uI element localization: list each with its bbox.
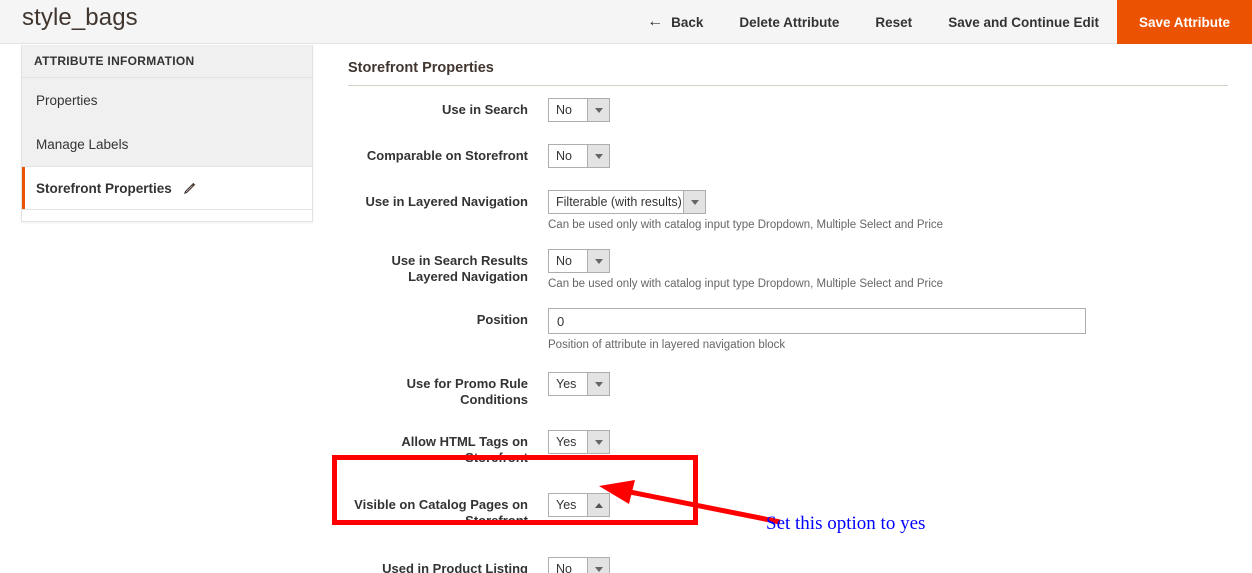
select-value: Yes <box>549 494 587 516</box>
field-row-use-in-search: Use in Search No <box>348 98 1228 122</box>
field-note: Can be used only with catalog input type… <box>548 219 944 231</box>
page-title: style_bags <box>22 4 138 31</box>
save-and-continue-edit-button[interactable]: Save and Continue Edit <box>930 0 1117 44</box>
delete-attribute-button[interactable]: Delete Attribute <box>721 0 857 44</box>
use-in-search-results-layered-navigation-select[interactable]: No <box>548 249 610 273</box>
chevron-down-icon[interactable] <box>587 373 609 395</box>
annotation-text: Set this option to yes <box>766 513 926 534</box>
field-control: No <box>548 98 610 122</box>
field-label: Position <box>476 312 528 327</box>
back-button-label: Back <box>671 14 704 30</box>
field-label: Use in Layered Navigation <box>365 194 528 209</box>
field-control: No <box>548 144 610 168</box>
comparable-on-storefront-select[interactable]: No <box>548 144 610 168</box>
page-header-bar: style_bags ← Back Delete Attribute Reset… <box>0 0 1252 44</box>
reset-label: Reset <box>875 14 913 30</box>
select-value: No <box>549 250 587 272</box>
select-value: No <box>549 99 587 121</box>
arrow-left-icon: ← <box>647 13 664 30</box>
field-row-use-in-search-results-layered-navigation: Use in Search Results Layered Navigation… <box>348 249 1228 290</box>
use-for-promo-rule-conditions-select[interactable]: Yes <box>548 372 610 396</box>
pencil-icon <box>182 182 196 196</box>
field-label: Comparable on Storefront <box>366 148 528 163</box>
select-value: Yes <box>549 431 587 453</box>
field-row-allow-html-tags-on-storefront: Allow HTML Tags on Storefront Yes <box>348 430 1228 466</box>
field-row-use-for-promo-rule-conditions: Use for Promo Rule Conditions Yes <box>348 372 1228 408</box>
chevron-down-icon[interactable] <box>683 191 705 213</box>
save-attribute-label: Save Attribute <box>1138 14 1230 30</box>
field-control: No Can be used only with catalog input t… <box>548 249 943 290</box>
field-control: Position of attribute in layered navigat… <box>548 308 1086 351</box>
chevron-up-icon[interactable] <box>587 494 609 516</box>
select-value: No <box>549 145 587 167</box>
field-control: Yes <box>548 430 610 454</box>
chevron-down-icon[interactable] <box>587 99 609 121</box>
field-control: Filterable (with results) Can be used on… <box>548 190 943 231</box>
visible-on-catalog-pages-on-storefront-select[interactable]: Yes <box>548 493 610 517</box>
field-label: Use in Search Results Layered Navigation <box>391 253 528 284</box>
field-label: Use in Search <box>442 102 528 117</box>
save-and-continue-edit-label: Save and Continue Edit <box>948 14 1099 30</box>
field-label: Use for Promo Rule Conditions <box>406 376 528 407</box>
position-input[interactable] <box>548 308 1086 334</box>
allow-html-tags-on-storefront-select[interactable]: Yes <box>548 430 610 454</box>
field-label: Visible on Catalog Pages on Storefront <box>354 497 528 528</box>
chevron-down-icon[interactable] <box>587 431 609 453</box>
attribute-information-panel: ATTRIBUTE INFORMATION Properties Manage … <box>21 45 313 222</box>
sidebar-menu: Properties Manage Labels Storefront Prop… <box>22 78 312 210</box>
sidebar-header: ATTRIBUTE INFORMATION <box>22 45 312 78</box>
field-row-comparable-on-storefront: Comparable on Storefront No <box>348 144 1228 168</box>
reset-button[interactable]: Reset <box>857 0 930 44</box>
save-attribute-button[interactable]: Save Attribute <box>1116 0 1252 44</box>
use-in-layered-navigation-select[interactable]: Filterable (with results) <box>548 190 706 214</box>
app-window: style_bags ← Back Delete Attribute Reset… <box>0 0 1252 573</box>
field-row-use-in-layered-navigation: Use in Layered Navigation Filterable (wi… <box>348 190 1228 231</box>
sidebar-item-manage-labels[interactable]: Manage Labels <box>22 122 312 166</box>
delete-attribute-label: Delete Attribute <box>739 14 840 30</box>
field-note: Can be used only with catalog input type… <box>548 278 944 290</box>
field-label: Used in Product Listing <box>382 561 528 573</box>
select-value: No <box>549 558 587 573</box>
use-in-search-select[interactable]: No <box>548 98 610 122</box>
sidebar-item-label: Properties <box>36 92 98 108</box>
back-button[interactable]: ← Back <box>629 0 721 44</box>
select-value: Filterable (with results) <box>549 191 683 213</box>
chevron-down-icon[interactable] <box>587 558 609 573</box>
used-in-product-listing-select[interactable]: No <box>548 557 610 573</box>
sidebar-item-properties[interactable]: Properties <box>22 78 312 122</box>
field-control: Yes <box>548 372 610 396</box>
chevron-down-icon[interactable] <box>587 250 609 272</box>
page-actions-toolbar: ← Back Delete Attribute Reset Save and C… <box>629 0 1252 44</box>
field-control: No Depends on design theme <box>548 557 682 573</box>
section-title: Storefront Properties <box>348 60 494 76</box>
field-row-position: Position Position of attribute in layere… <box>348 308 1228 351</box>
sidebar-item-label: Manage Labels <box>36 136 129 152</box>
sidebar-item-storefront-properties[interactable]: Storefront Properties <box>22 166 312 210</box>
field-control: Yes <box>548 493 610 517</box>
sidebar-item-label: Storefront Properties <box>36 180 172 196</box>
field-note: Position of attribute in layered navigat… <box>548 339 786 351</box>
select-value: Yes <box>549 373 587 395</box>
chevron-down-icon[interactable] <box>587 145 609 167</box>
storefront-properties-form: Storefront Properties Use in Search No C… <box>348 45 1228 573</box>
field-label: Allow HTML Tags on Storefront <box>401 434 528 465</box>
field-row-used-in-product-listing: Used in Product Listing No Depends on de… <box>348 557 1228 573</box>
section-divider <box>348 85 1228 86</box>
